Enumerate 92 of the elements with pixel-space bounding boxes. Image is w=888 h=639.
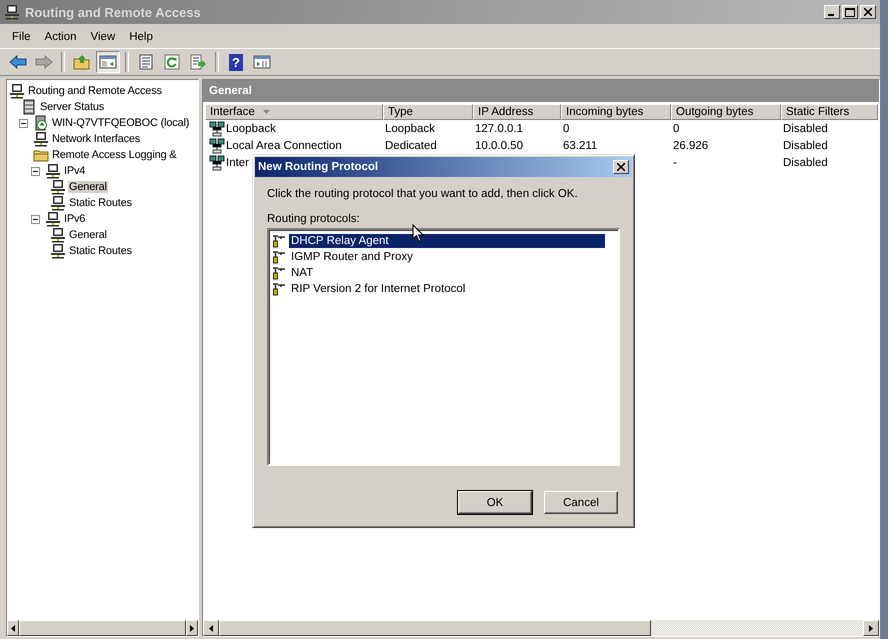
cancel-button[interactable]: Cancel	[544, 491, 618, 514]
tree-item[interactable]: Routing and Remote Access	[27, 85, 163, 97]
table-cell: 10.0.0.50	[475, 140, 523, 152]
close-button[interactable]	[860, 5, 876, 19]
scroll-left-icon	[11, 624, 16, 632]
tree-item[interactable]: WIN-Q7VTFQEOBOC (local)	[51, 117, 190, 129]
table-cell: Dedicated	[385, 140, 437, 152]
toolbar-button[interactable]	[96, 51, 120, 73]
network-interface-icon	[209, 154, 225, 170]
protocol-item[interactable]: NAT	[289, 266, 318, 280]
tree-item[interactable]: Network Interfaces	[51, 133, 142, 145]
column-header[interactable]: Type	[383, 104, 473, 120]
table-cell: 26.926	[673, 140, 708, 152]
dialog-close-button[interactable]	[613, 160, 629, 174]
tree-item[interactable]: IPv4	[63, 165, 86, 177]
server-icon	[33, 115, 49, 131]
protocol-item[interactable]: DHCP Relay Agent	[289, 234, 605, 248]
router-icon	[272, 234, 286, 248]
computer-icon	[50, 227, 66, 243]
maximize-icon	[845, 8, 855, 16]
column-header[interactable]: Incoming bytes	[561, 104, 671, 120]
properties-icon	[137, 54, 155, 70]
back-arrow-icon	[9, 54, 27, 70]
collapse-icon[interactable]	[31, 166, 40, 176]
table-cell: 63.211	[563, 140, 598, 152]
menu-item[interactable]: Action	[38, 29, 82, 45]
table-cell: 127.0.0.1	[475, 122, 523, 134]
menu-item[interactable]: File	[6, 29, 37, 45]
tree-item[interactable]: General	[68, 181, 108, 193]
close-icon	[864, 8, 872, 16]
table-cell: -	[673, 156, 677, 168]
computer-icon	[33, 131, 49, 147]
minimize-button[interactable]	[824, 5, 840, 19]
computer-icon	[50, 195, 66, 211]
table-cell: Loopback	[226, 122, 276, 134]
table-cell: Disabled	[783, 122, 828, 134]
window-title: Routing and Remote Access	[25, 4, 202, 20]
horizontal-scrollbar[interactable]	[7, 620, 198, 636]
server-icon	[21, 99, 37, 115]
tree-item[interactable]: Static Routes	[68, 245, 133, 257]
table-cell: Local Area Connection	[226, 140, 342, 152]
table-cell: Inter	[226, 156, 250, 168]
menu-item[interactable]: View	[84, 29, 122, 45]
export-list-icon	[189, 54, 207, 70]
maximize-button[interactable]	[842, 5, 858, 19]
network-interface-icon	[209, 120, 225, 136]
refresh-icon	[163, 54, 181, 70]
table-cell: 0	[673, 122, 680, 134]
scroll-right-icon	[190, 624, 194, 632]
computer-icon	[45, 211, 61, 227]
ok-button[interactable]: OK	[458, 491, 532, 514]
scroll-right-icon	[869, 624, 873, 632]
close-icon	[617, 163, 625, 171]
computer-icon	[45, 163, 61, 179]
forward-arrow-icon	[35, 54, 53, 70]
router-icon	[272, 266, 286, 280]
sort-caret-icon	[262, 110, 270, 114]
app-icon	[4, 4, 20, 20]
horizontal-scrollbar[interactable]	[203, 620, 879, 636]
column-header[interactable]: Outgoing bytes	[671, 104, 781, 120]
tree-item[interactable]: IPv6	[63, 213, 86, 225]
protocol-item[interactable]: RIP Version 2 for Internet Protocol	[289, 282, 470, 296]
column-header[interactable]: IP Address	[473, 104, 561, 120]
tree-item[interactable]: Static Routes	[68, 197, 133, 209]
table-cell: Disabled	[783, 140, 828, 152]
table-cell: Disabled	[783, 156, 828, 168]
router-icon	[272, 250, 286, 264]
folder-up-icon	[73, 54, 91, 70]
scroll-left-icon	[209, 624, 213, 632]
protocol-item[interactable]: IGMP Router and Proxy	[289, 250, 417, 264]
computer-icon	[50, 243, 66, 259]
tree-pane-icon	[99, 54, 117, 70]
table-cell: 0	[563, 122, 570, 134]
column-header[interactable]: Static Filters	[781, 104, 878, 120]
tree-item[interactable]: Server Status	[39, 101, 106, 113]
network-interface-icon	[209, 138, 225, 154]
column-header[interactable]: Interface	[205, 104, 383, 120]
tree-item[interactable]: General	[68, 229, 108, 241]
router-icon	[272, 282, 286, 296]
pane-title: General	[209, 85, 252, 97]
computer-icon	[50, 179, 66, 195]
instruction-text: Click the routing protocol that you want to add, then click OK.	[267, 188, 579, 200]
list-label: Routing protocols:	[267, 213, 361, 225]
console-pane-icon	[253, 54, 271, 70]
table-cell: Loopback	[385, 122, 435, 134]
dialog-title: New Routing Protocol	[258, 161, 378, 173]
collapse-icon[interactable]	[31, 214, 40, 224]
menu-item[interactable]: Help	[123, 29, 159, 45]
collapse-icon[interactable]	[19, 118, 28, 128]
computer-icon	[9, 83, 25, 99]
help-button[interactable]: ?	[224, 51, 248, 73]
tree-item[interactable]: Remote Access Logging &	[51, 149, 178, 161]
